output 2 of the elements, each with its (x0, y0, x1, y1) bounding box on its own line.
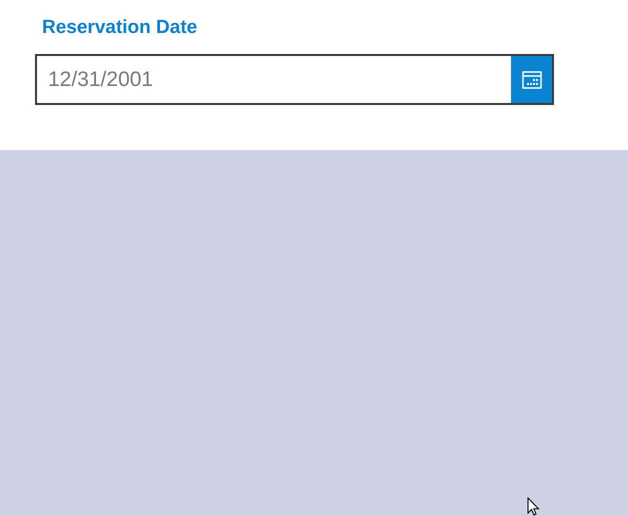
field-label: Reservation Date (42, 16, 198, 40)
pointer-icon (527, 497, 540, 516)
